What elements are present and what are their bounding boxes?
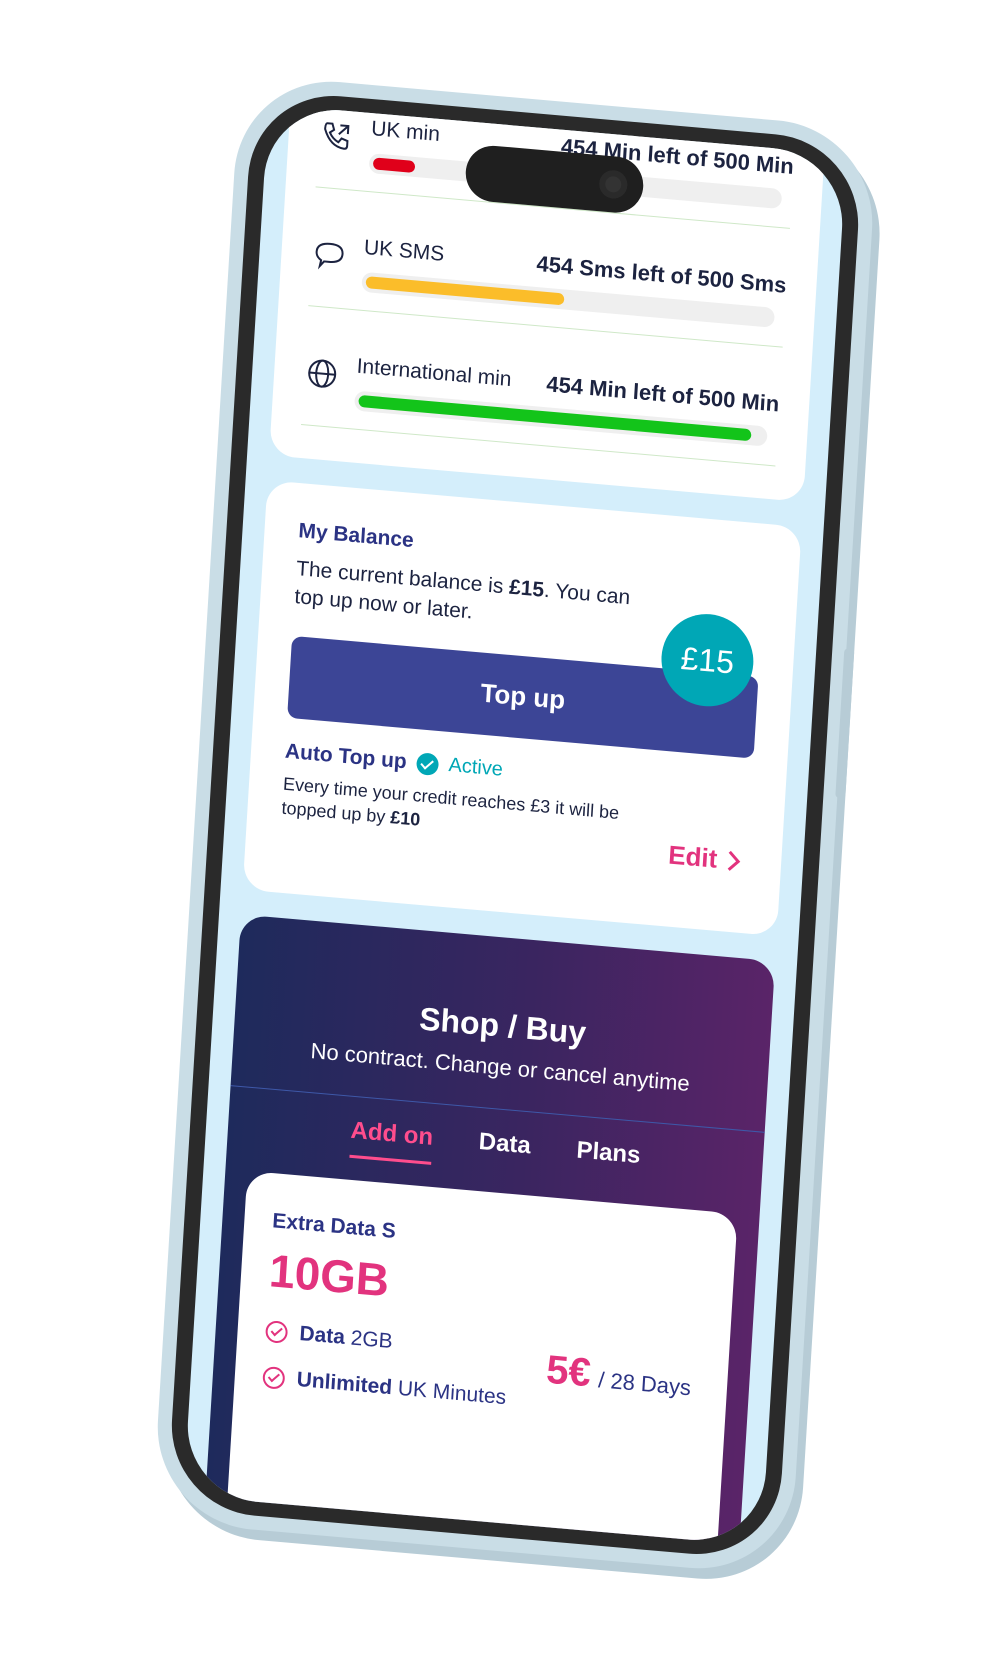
auto-desc-amount: £10 (389, 807, 421, 830)
feature-rest: UK Minutes (397, 1376, 507, 1410)
feature-bold: Data (298, 1321, 346, 1349)
chevron-right-icon (727, 850, 741, 871)
balance-card: My Balance The current balance is £15. Y… (242, 480, 802, 937)
edit-label: Edit (667, 839, 719, 874)
offer-card[interactable]: Extra Data S 10GB 5€ / 28 Days Data 2GB … (220, 1170, 738, 1546)
phone-icon (324, 122, 350, 150)
check-circle-icon (264, 1320, 289, 1344)
camera-icon (598, 169, 629, 200)
shop-section: Shop / Buy No contract. Change or cancel… (198, 914, 776, 1546)
check-circle-icon (262, 1365, 286, 1390)
usage-progress-fill (365, 276, 565, 306)
chat-icon (315, 242, 344, 270)
phone-mockup: UK min 454 Min left of 500 Min UK SMS 45… (151, 73, 879, 1577)
tab-add-on[interactable]: Add on (349, 1116, 434, 1165)
feature-rest: 2GB (350, 1326, 394, 1354)
usage-label: UK min (370, 117, 441, 147)
tab-plans[interactable]: Plans (575, 1137, 641, 1184)
edit-auto-top-up-link[interactable]: Edit (667, 840, 742, 877)
check-circle-icon (415, 751, 440, 776)
auto-top-up-status: Active (447, 754, 504, 781)
offer-price-period: / 28 Days (597, 1367, 692, 1401)
offer-price-value: 5€ (545, 1347, 593, 1396)
globe-icon (308, 359, 337, 388)
auto-top-up-title: Auto Top up (284, 739, 408, 774)
balance-amount: £15 (508, 575, 545, 602)
feature-bold: Unlimited (296, 1367, 393, 1400)
usage-label: International min (356, 354, 513, 392)
usage-progress-fill (372, 157, 416, 173)
stage: UK min 454 Min left of 500 Min UK SMS 45… (0, 0, 1000, 1667)
tab-data[interactable]: Data (477, 1128, 531, 1173)
usage-label: UK SMS (363, 235, 445, 266)
phone-screen: UK min 454 Min left of 500 Min UK SMS 45… (183, 104, 847, 1546)
